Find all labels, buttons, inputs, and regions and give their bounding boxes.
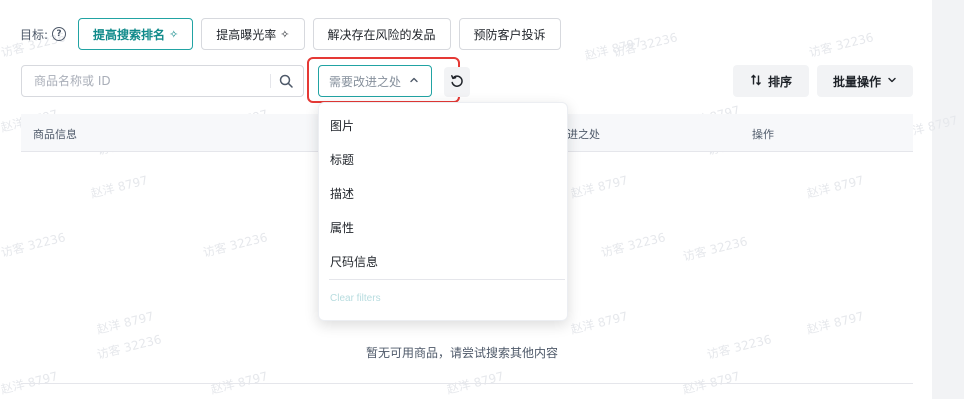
watermark-text: 访客 32236 [681,234,749,264]
search-divider [270,74,271,88]
goal-button-label: 提高搜索排名 [93,27,166,42]
search-box [21,65,304,97]
goal-button-label: 预防客户投诉 [473,27,546,42]
watermark-text: 赵洋 8797 [583,35,644,63]
watermark-text: 访客 32236 [95,332,163,362]
batch-actions-label: 批量操作 [832,74,881,89]
product-optimization-page: 访客 32236 赵洋 8797 访客 32236 访客 32236 赵洋 87… [0,0,964,399]
sort-button-label: 排序 [767,74,792,89]
empty-state-message: 暂无可用商品，请尝试搜索其他内容 [366,346,559,360]
dropdown-option-description[interactable]: 描述 [330,183,354,203]
improvement-dropdown-menu: 图片 标题 描述 属性 尺码信息 Clear filters [318,102,568,321]
dropdown-divider [329,279,565,280]
watermark-text: 赵洋 8797 [569,173,630,201]
column-header-actions: 操作 [752,128,774,141]
watermark-text: 访客 32236 [705,332,773,362]
watermark-text: 访客 32236 [0,230,67,260]
batch-actions-button[interactable]: 批量操作 [817,65,913,97]
goal-selector: 目标: ? 提高搜索排名 ✧ 提高曝光率 ✧ 解决存在风险的发品 预防客户投诉 [20,18,561,50]
watermark-text: 赵洋 8797 [95,309,156,337]
dropdown-option-size-info[interactable]: 尺码信息 [330,251,378,271]
goal-button-search-ranking[interactable]: 提高搜索排名 ✧ [78,18,194,50]
watermark-text: 访客 32236 [201,230,269,260]
goal-button-complaints[interactable]: 预防客户投诉 [458,18,561,50]
sparkle-icon: ✧ [280,27,290,41]
dropdown-option-image[interactable]: 图片 [330,115,354,135]
improvement-filter-select[interactable]: 需要改进之处 [318,65,432,97]
goal-button-exposure[interactable]: 提高曝光率 ✧ [201,18,305,50]
help-circle-icon[interactable]: ? [52,27,67,41]
reset-filter-button[interactable] [444,67,470,97]
goal-button-risky-listings[interactable]: 解决存在风险的发品 [312,18,451,50]
refresh-icon [450,73,464,92]
column-header-improvement: 进之处 [567,128,600,141]
filter-toolbar: 需要改进之处 [21,57,913,103]
watermark-text: 访客 32236 [807,30,875,60]
clear-filters-link[interactable]: Clear filters [330,293,381,304]
sort-button[interactable]: 排序 [733,65,809,97]
search-input[interactable] [32,73,270,89]
column-header-product-info: 商品信息 [33,128,77,141]
watermark-text: 赵洋 8797 [805,173,866,201]
chevron-down-icon [887,74,897,88]
search-icon[interactable] [279,74,293,88]
watermark-text: 赵洋 8797 [569,309,630,337]
goal-label-group: 目标: ? [20,26,67,43]
right-side-panel [932,0,964,399]
goal-button-label: 解决存在风险的发品 [327,27,436,42]
watermark-text: 赵洋 8797 [805,309,866,337]
watermark-text: 访客 32236 [599,230,667,260]
sparkle-icon: ✧ [169,27,179,41]
watermark-text: 赵洋 8797 [89,173,150,201]
table-bottom-divider [21,383,913,384]
dropdown-option-attributes[interactable]: 属性 [330,217,354,237]
watermark-text: 访客 32236 [611,30,679,60]
chevron-up-icon [409,74,419,88]
dropdown-option-title[interactable]: 标题 [330,149,354,169]
goal-button-label: 提高曝光率 [216,27,277,42]
sort-icon [750,74,762,89]
improvement-filter-placeholder: 需要改进之处 [329,74,402,89]
goal-label: 目标: [20,27,49,42]
